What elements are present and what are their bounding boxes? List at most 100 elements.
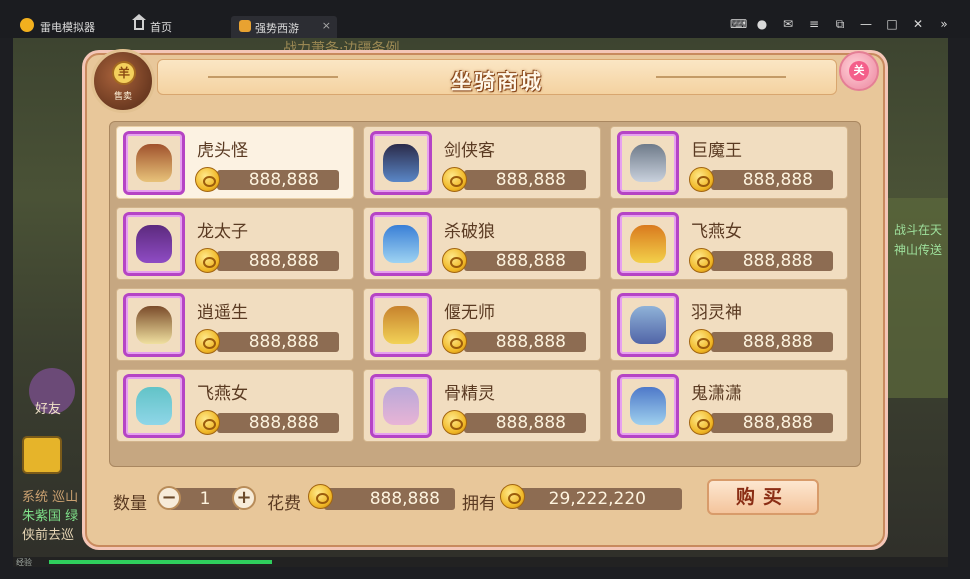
mount-figure-icon bbox=[383, 306, 419, 344]
mount-card[interactable]: 飞燕女 888,888 bbox=[116, 369, 354, 442]
quantity-minus-button[interactable]: − bbox=[157, 486, 181, 510]
mount-thumbnail bbox=[123, 212, 185, 276]
quantity-plus-button[interactable]: + bbox=[232, 486, 256, 510]
mount-price: 888,888 bbox=[711, 170, 833, 190]
gold-coin-icon bbox=[442, 410, 467, 435]
window-controls: ⌨ ● ✉ ≡ ⧉ — □ ✕ » bbox=[730, 18, 950, 30]
mount-price: 888,888 bbox=[711, 251, 833, 271]
mount-figure-icon bbox=[630, 225, 666, 263]
mount-card[interactable]: 偃无师 888,888 bbox=[363, 288, 601, 361]
mount-card[interactable]: 逍遥生 888,888 bbox=[116, 288, 354, 361]
mount-shop-dialog: 坐骑商城 羊 售卖 关 虎头怪 888,888 剑侠客 888,888 巨魔王 888,8… bbox=[85, 49, 885, 547]
mount-thumbnail bbox=[617, 212, 679, 276]
header-ornament-right bbox=[656, 76, 786, 78]
mount-thumbnail bbox=[617, 131, 679, 195]
popout-icon[interactable]: ⧉ bbox=[834, 18, 846, 30]
tab-game-label: 强势西游 bbox=[255, 22, 299, 35]
menu-icon[interactable]: ≡ bbox=[808, 18, 820, 30]
xp-bar: 经验 bbox=[13, 557, 948, 567]
chat-icon[interactable] bbox=[22, 436, 62, 474]
chat-line: 系统 巡山 bbox=[22, 490, 79, 505]
dialog-header: 坐骑商城 bbox=[157, 59, 837, 95]
dialog-title: 坐骑商城 bbox=[451, 70, 543, 94]
gold-coin-icon bbox=[442, 248, 467, 273]
sell-coin-icon: 羊 bbox=[112, 61, 136, 85]
mount-grid-panel[interactable]: 虎头怪 888,888 剑侠客 888,888 巨魔王 888,888 龙太子 888,888… bbox=[109, 121, 861, 467]
mount-price: 888,888 bbox=[464, 170, 586, 190]
close-button[interactable]: 关 bbox=[839, 51, 879, 91]
mount-thumbnail bbox=[617, 374, 679, 438]
minimize-icon[interactable]: — bbox=[860, 18, 872, 30]
xp-label: 经验 bbox=[16, 558, 32, 567]
cost-coin-icon bbox=[308, 484, 333, 509]
mount-card[interactable]: 骨精灵 888,888 bbox=[363, 369, 601, 442]
mount-card[interactable]: 剑侠客 888,888 bbox=[363, 126, 601, 199]
gold-coin-icon bbox=[195, 248, 220, 273]
cost-value: 888,888 bbox=[324, 488, 455, 510]
mount-price: 888,888 bbox=[711, 413, 833, 433]
home-icon bbox=[132, 14, 146, 30]
mount-figure-icon bbox=[630, 387, 666, 425]
gold-coin-icon bbox=[689, 329, 714, 354]
mount-card[interactable]: 龙太子 888,888 bbox=[116, 207, 354, 280]
mount-thumbnail bbox=[370, 293, 432, 357]
maximize-icon[interactable]: □ bbox=[886, 18, 898, 30]
gold-coin-icon bbox=[689, 248, 714, 273]
chat-line: 朱紫国 绿 bbox=[22, 509, 79, 524]
mount-name: 龙太子 bbox=[197, 222, 248, 242]
gold-coin-icon bbox=[195, 167, 220, 192]
tab-home[interactable]: 首页 bbox=[124, 14, 224, 38]
mount-figure-icon bbox=[136, 144, 172, 182]
mount-thumbnail bbox=[123, 131, 185, 195]
mount-thumbnail bbox=[370, 374, 432, 438]
mount-name: 飞燕女 bbox=[691, 222, 742, 242]
mount-card[interactable]: 飞燕女 888,888 bbox=[610, 207, 848, 280]
sell-label: 售卖 bbox=[113, 92, 132, 102]
mount-figure-icon bbox=[383, 387, 419, 425]
mount-price: 888,888 bbox=[217, 170, 339, 190]
scene-right-text-1: 战斗在天 bbox=[893, 223, 942, 237]
mail-icon[interactable]: ✉ bbox=[782, 18, 794, 30]
gold-coin-icon bbox=[442, 167, 467, 192]
mount-figure-icon bbox=[630, 144, 666, 182]
mount-card[interactable]: 鬼潇潇 888,888 bbox=[610, 369, 848, 442]
mount-name: 偃无师 bbox=[444, 303, 495, 323]
mount-name: 飞燕女 bbox=[197, 384, 248, 404]
mount-thumbnail bbox=[370, 212, 432, 276]
user-icon[interactable]: ● bbox=[756, 18, 768, 30]
scene-right-text-2: 神山传送 bbox=[893, 243, 942, 257]
mount-card[interactable]: 虎头怪 888,888 bbox=[116, 126, 354, 199]
mount-name: 剑侠客 bbox=[444, 141, 495, 161]
mount-card[interactable]: 巨魔王 888,888 bbox=[610, 126, 848, 199]
mount-thumbnail bbox=[123, 293, 185, 357]
mount-price: 888,888 bbox=[217, 332, 339, 352]
cost-label: 花费 bbox=[267, 494, 301, 514]
mount-figure-icon bbox=[630, 306, 666, 344]
tab-close-icon[interactable]: × bbox=[322, 19, 331, 32]
sell-button[interactable]: 羊 售卖 bbox=[91, 49, 155, 113]
owned-coin-icon bbox=[500, 484, 525, 509]
mount-card[interactable]: 杀破狼 888,888 bbox=[363, 207, 601, 280]
buy-button[interactable]: 购买 bbox=[707, 479, 819, 515]
friends-label: 好友 bbox=[35, 402, 62, 417]
collapse-sidebar-icon[interactable]: » bbox=[938, 18, 950, 30]
mount-figure-icon bbox=[383, 225, 419, 263]
mount-thumbnail bbox=[123, 374, 185, 438]
tab-game[interactable]: 强势西游 × bbox=[231, 16, 337, 38]
gold-coin-icon bbox=[689, 167, 714, 192]
mount-price: 888,888 bbox=[217, 251, 339, 271]
mount-grid: 虎头怪 888,888 剑侠客 888,888 巨魔王 888,888 龙太子 888,888… bbox=[116, 126, 856, 442]
emulator-app-name: 雷电模拟器 bbox=[40, 21, 95, 34]
game-app-icon bbox=[239, 20, 251, 32]
gold-coin-icon bbox=[442, 329, 467, 354]
mount-name: 巨魔王 bbox=[691, 141, 742, 161]
purchase-bar: 数量 1 − + 花费 888,888 拥有 29,222,220 购买 bbox=[107, 475, 867, 519]
mount-card[interactable]: 羽灵神 888,888 bbox=[610, 288, 848, 361]
mount-price: 888,888 bbox=[217, 413, 339, 433]
close-window-icon[interactable]: ✕ bbox=[912, 18, 924, 30]
quantity-field[interactable]: 1 bbox=[171, 488, 239, 510]
gamepad-icon[interactable]: ⌨ bbox=[730, 18, 747, 30]
chat-line: 侠前去巡 bbox=[22, 528, 75, 543]
mount-figure-icon bbox=[136, 225, 172, 263]
mount-name: 杀破狼 bbox=[444, 222, 495, 242]
